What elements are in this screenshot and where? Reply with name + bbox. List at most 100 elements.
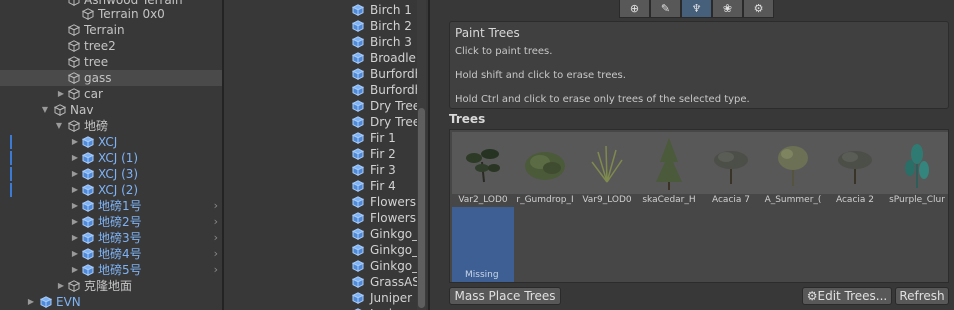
help-line-3: Hold Ctrl and click to erase only trees … <box>455 94 750 105</box>
hierarchy-item-label: XCJ (1) <box>98 151 139 165</box>
asset-label: Birch 3 <box>370 35 412 49</box>
hierarchy-item-label: 地磅3号 <box>98 231 142 245</box>
hierarchy-item-label: 地磅 <box>84 119 109 133</box>
hierarchy-item[interactable]: ▶ 地磅2号 › <box>0 214 222 230</box>
collapse-arrow-icon[interactable]: ▶ <box>70 230 80 246</box>
prefab-cube-icon <box>352 260 365 273</box>
asset-label: Ginkgo_ <box>370 259 419 273</box>
collapse-arrow-icon[interactable]: ▶ <box>70 134 80 150</box>
hierarchy-item[interactable]: ▶ EVN <box>0 294 222 310</box>
tree-prototype-cell[interactable]: sPurple_Clur <box>886 132 948 207</box>
tree-prototype-cell[interactable]: Missing <box>452 207 514 282</box>
tree-prototype-cell[interactable]: r_Gumdrop_I <box>514 132 576 207</box>
hierarchy-item[interactable]: ▶ XCJ <box>0 134 222 150</box>
tree-prototype-cell[interactable]: Var9_LOD0 <box>576 132 638 207</box>
gameobject-cube-icon <box>67 72 81 85</box>
tree-prototype-name: Var2_LOD0 <box>458 195 508 205</box>
tree-prototype-cell[interactable]: Acacia 2 <box>824 132 886 207</box>
prefab-cube-icon <box>81 152 95 165</box>
hierarchy-item-label: 地磅2号 <box>98 215 142 229</box>
hierarchy-item[interactable]: ▶ 地磅5号 › <box>0 262 222 278</box>
chevron-right-icon[interactable]: › <box>214 262 218 278</box>
collapse-arrow-icon[interactable]: ▶ <box>70 166 80 182</box>
hierarchy-item[interactable]: gass <box>0 70 222 86</box>
asset-label: Dry Tree <box>370 99 421 113</box>
hierarchy-item[interactable]: ▼ 地磅 <box>0 118 222 134</box>
hierarchy-item[interactable]: ▶ 地磅4号 › <box>0 246 222 262</box>
asset-label: Fir 1 <box>370 131 396 145</box>
hierarchy-item-label: tree2 <box>84 39 116 53</box>
collapse-arrow-icon[interactable]: ▶ <box>70 150 80 166</box>
paint-trees-tool-icon[interactable]: ♆ <box>681 0 712 18</box>
asset-label: Ginkgo_ <box>370 227 419 241</box>
chevron-right-icon[interactable]: › <box>214 246 218 262</box>
grass-tuft-icon <box>576 132 638 194</box>
collapse-arrow-icon[interactable]: ▶ <box>70 214 80 230</box>
prefab-cube-icon <box>352 100 365 113</box>
project-scrollbar[interactable] <box>417 0 426 310</box>
collapse-arrow-icon[interactable]: ▶ <box>70 246 80 262</box>
refresh-button[interactable]: Refresh <box>895 287 949 305</box>
paint-texture-tool-icon[interactable]: ✎ <box>650 0 681 18</box>
hierarchy-item[interactable]: ▶ 地磅1号 › <box>0 198 222 214</box>
hierarchy-item[interactable]: Terrain <box>0 22 222 38</box>
asset-label: Burfordh <box>370 67 423 81</box>
raise-terrain-tool-icon[interactable]: ⊕ <box>619 0 650 18</box>
collapse-arrow-icon[interactable]: ▶ <box>70 182 80 198</box>
chevron-right-icon[interactable]: › <box>214 198 218 214</box>
tree-prototype-cell[interactable]: A_Summer_( <box>762 132 824 207</box>
prefab-cube-icon <box>352 244 365 257</box>
hierarchy-item[interactable]: tree <box>0 54 222 70</box>
terrain-settings-tool-icon[interactable]: ⚙ <box>743 0 774 18</box>
gameobject-cube-icon <box>67 280 81 293</box>
chevron-right-icon[interactable]: › <box>214 214 218 230</box>
collapse-arrow-icon[interactable]: ▶ <box>70 198 80 214</box>
hierarchy-item[interactable]: Terrain 0x0 <box>0 6 222 22</box>
paint-details-tool-icon[interactable]: ❀ <box>712 0 743 18</box>
tree-prototype-grid: Var2_LOD0 r_Gumdrop_I Var9_LOD0 skaCedar_H A… <box>449 129 949 283</box>
acacia-tree-icon <box>700 132 762 194</box>
collapse-arrow-icon[interactable]: ▶ <box>70 262 80 278</box>
collapse-arrow-icon[interactable]: ▶ <box>26 294 36 310</box>
tree-prototype-cell[interactable]: Var2_LOD0 <box>452 132 514 207</box>
selection-marker <box>10 135 12 149</box>
prefab-cube-icon <box>39 296 53 309</box>
hierarchy-item-label: Terrain <box>84 23 125 37</box>
collapse-arrow-icon[interactable]: ▶ <box>56 278 66 294</box>
hierarchy-item[interactable]: ▶ XCJ (2) <box>0 182 222 198</box>
hierarchy-item[interactable]: ▶ car <box>0 86 222 102</box>
hierarchy-item-label: tree <box>84 55 109 69</box>
expand-arrow-icon[interactable]: ▼ <box>54 118 64 134</box>
mass-place-trees-button[interactable]: Mass Place Trees <box>449 287 561 305</box>
hierarchy-item[interactable]: ▶ XCJ (3) <box>0 166 222 182</box>
gameobject-cube-icon <box>67 120 81 133</box>
prefab-cube-icon <box>352 4 365 17</box>
collapse-arrow-icon[interactable]: ▶ <box>56 86 66 102</box>
expand-arrow-icon[interactable]: ▼ <box>40 102 50 118</box>
tree-prototype-cell[interactable]: Acacia 7 <box>700 132 762 207</box>
prefab-cube-icon <box>352 36 365 49</box>
scrollbar-thumb[interactable] <box>418 108 425 308</box>
prefab-cube-icon <box>352 20 365 33</box>
edit-trees-button[interactable]: ⚙Edit Trees... <box>802 287 892 305</box>
hierarchy-item-label: XCJ <box>98 135 118 149</box>
hierarchy-item[interactable]: ▶ 克隆地面 <box>0 278 222 294</box>
tree-prototype-cell[interactable]: skaCedar_H <box>638 132 700 207</box>
hierarchy-item[interactable]: ▶ 地磅3号 › <box>0 230 222 246</box>
tree-prototype-name: sPurple_Clur <box>889 195 945 205</box>
prefab-cube-icon <box>81 264 95 277</box>
chevron-right-icon[interactable]: › <box>214 230 218 246</box>
prefab-cube-icon <box>352 84 365 97</box>
hierarchy-item[interactable]: ▼ Nav <box>0 102 222 118</box>
hierarchy-item-label: Terrain 0x0 <box>98 7 165 21</box>
tree-prototype-name: A_Summer_( <box>764 195 822 205</box>
prefab-cube-icon <box>352 292 365 305</box>
asset-label: Dry Tree <box>370 115 421 129</box>
hierarchy-item[interactable]: tree2 <box>0 38 222 54</box>
tree-prototype-name: skaCedar_H <box>642 195 696 205</box>
paint-trees-help-box: Paint Trees Click to paint trees. Hold s… <box>449 21 949 109</box>
asset-label: Ginkgo_ <box>370 243 419 257</box>
hierarchy-item[interactable]: ▶ XCJ (1) <box>0 150 222 166</box>
prefab-cube-icon <box>352 228 365 241</box>
acacia-tree-icon <box>824 132 886 194</box>
